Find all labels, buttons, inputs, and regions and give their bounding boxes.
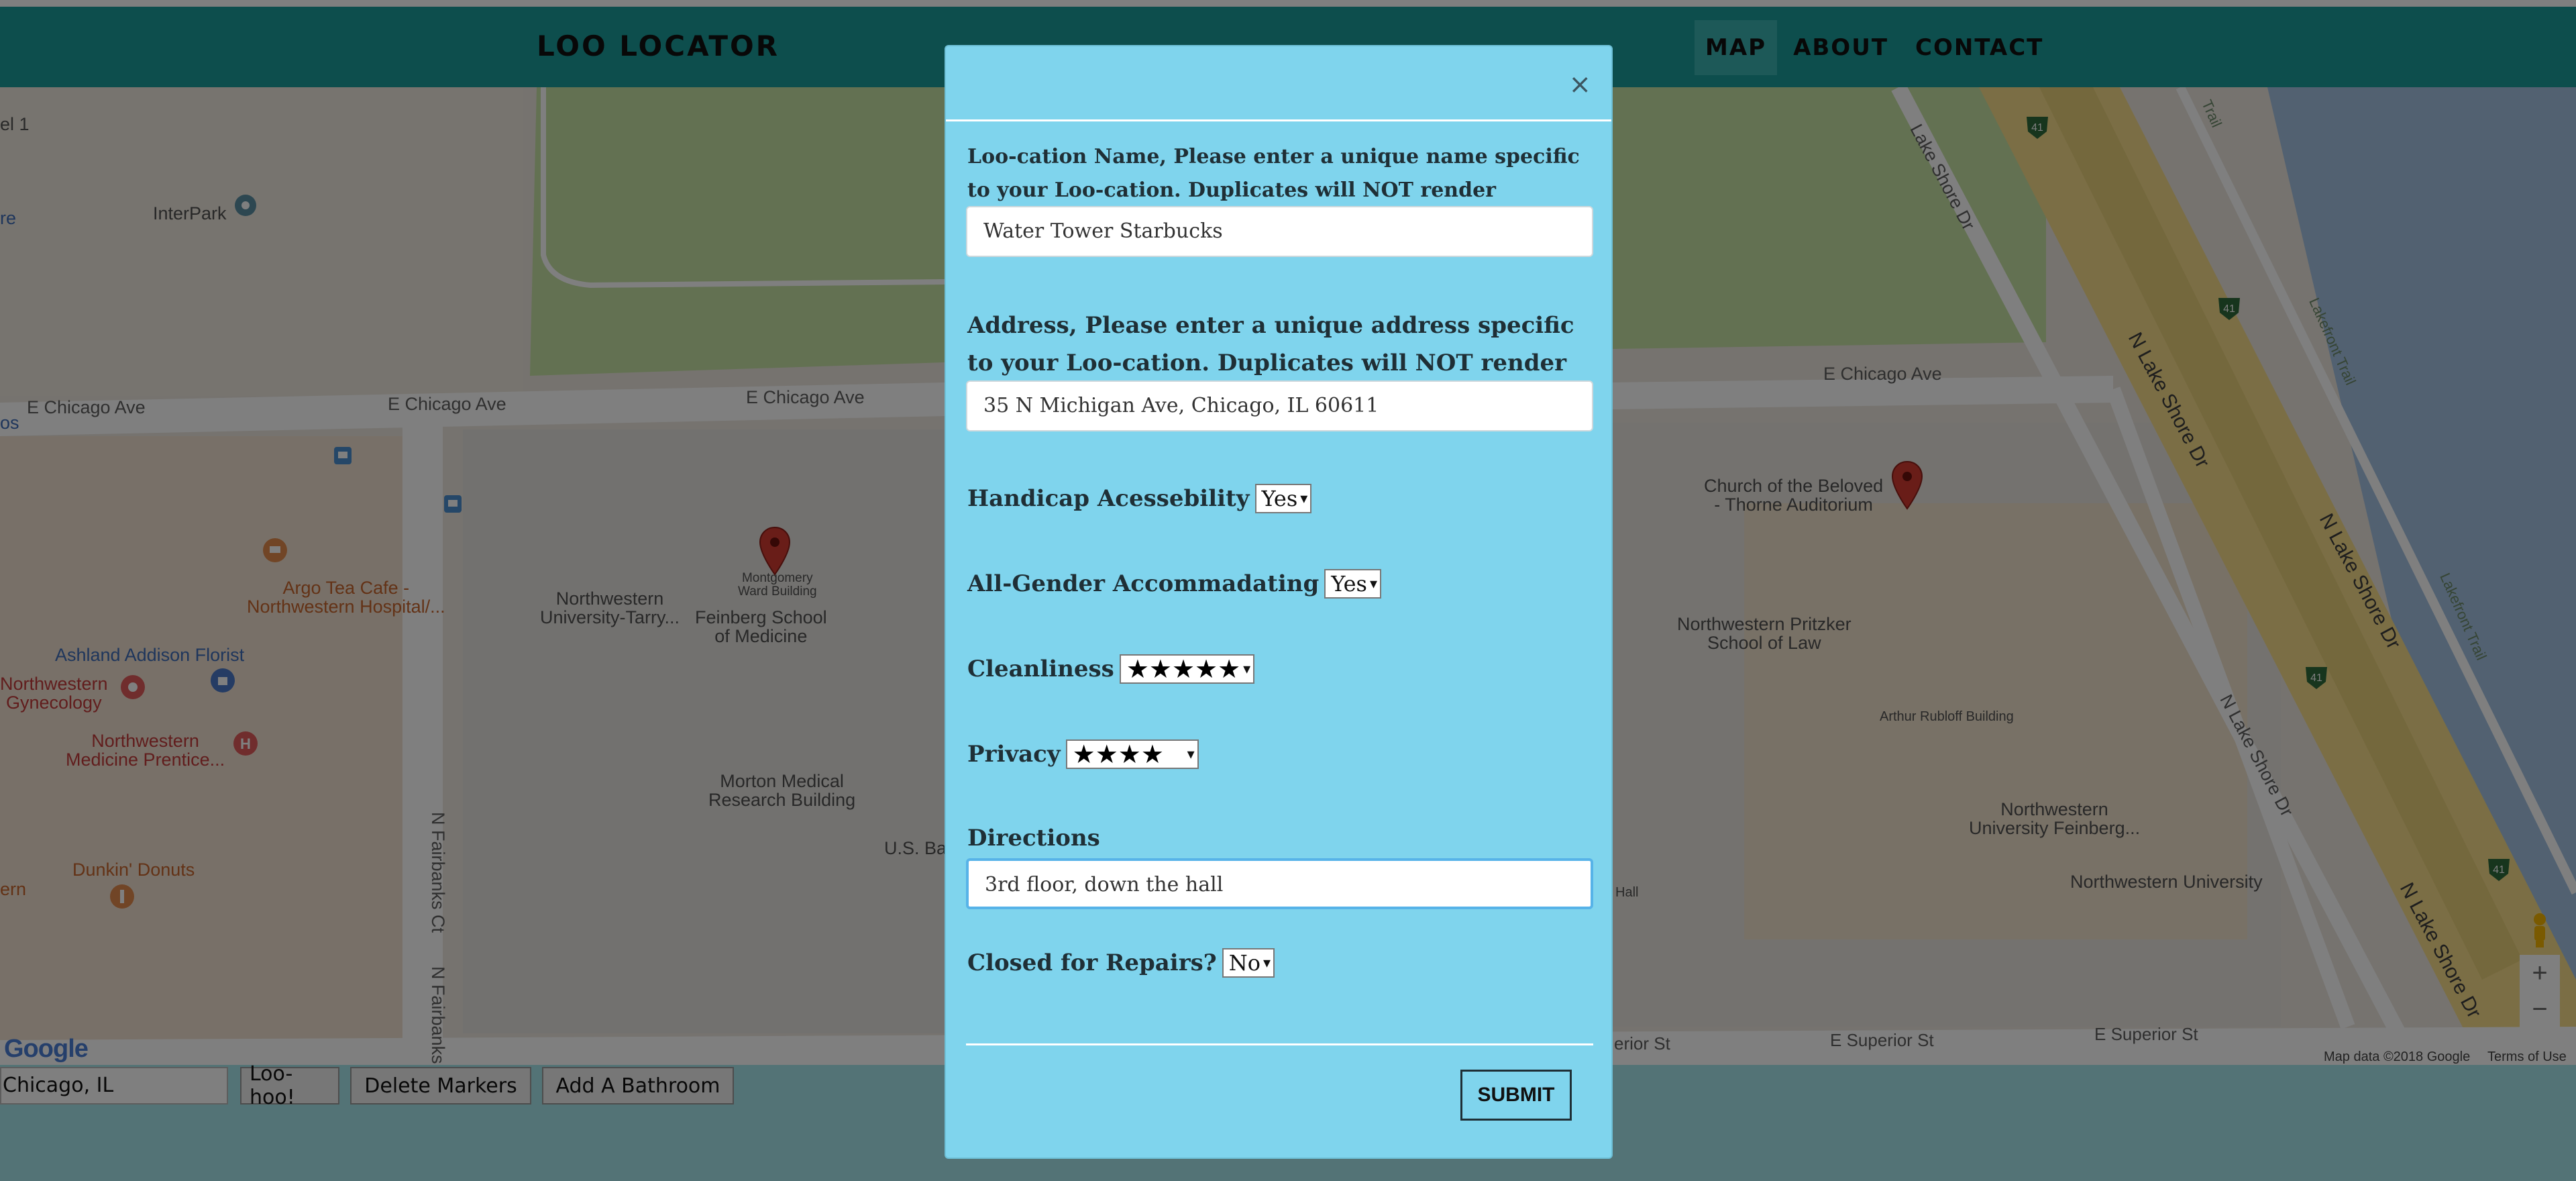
closed-label: Closed for Repairs? xyxy=(967,949,1217,976)
cleanliness-field: Cleanliness ★★★★★ ▾ xyxy=(967,654,1255,684)
star-rating-icon: ★★★★★ xyxy=(1126,654,1241,684)
add-bathroom-modal: × Loo-cation Name, Please enter a unique… xyxy=(945,45,1613,1159)
name-field-label: Loo-cation Name, Please enter a unique n… xyxy=(967,145,1580,202)
gender-field: All-Gender Accommadating Yes ▾ xyxy=(967,569,1381,599)
address-field-label: Address, Please enter a unique address s… xyxy=(967,312,1574,376)
chevron-down-icon: ▾ xyxy=(1263,954,1271,972)
closed-select[interactable]: No ▾ xyxy=(1222,948,1275,978)
gender-label: All-Gender Accommadating xyxy=(967,570,1320,597)
closed-selected-value: No xyxy=(1228,950,1260,976)
directions-input[interactable]: 3rd floor, down the hall xyxy=(966,858,1593,909)
chevron-down-icon: ▾ xyxy=(1300,490,1308,507)
submit-button[interactable]: SUBMIT xyxy=(1460,1070,1572,1121)
modal-header: × xyxy=(946,46,1611,121)
privacy-field: Privacy ★★★★ ▾ xyxy=(967,739,1199,769)
handicap-selected-value: Yes xyxy=(1261,486,1298,511)
gender-selected-value: Yes xyxy=(1331,571,1367,597)
star-rating-icon: ★★★★ xyxy=(1072,739,1164,769)
handicap-label: Handicap Acessebility xyxy=(967,485,1250,512)
chevron-down-icon: ▾ xyxy=(1243,660,1251,678)
chevron-down-icon: ▾ xyxy=(1369,575,1377,593)
directions-label: Directions xyxy=(967,825,1100,852)
cleanliness-label: Cleanliness xyxy=(967,656,1114,682)
handicap-field: Handicap Acessebility Yes ▾ xyxy=(967,484,1312,513)
handicap-select[interactable]: Yes ▾ xyxy=(1254,484,1312,513)
address-input[interactable]: 35 N Michigan Ave, Chicago, IL 60611 xyxy=(966,380,1593,431)
closed-field: Closed for Repairs? No ▾ xyxy=(967,948,1275,978)
modal-body: Loo-cation Name, Please enter a unique n… xyxy=(946,121,1611,1047)
privacy-select[interactable]: ★★★★ ▾ xyxy=(1065,739,1199,769)
modal-footer: SUBMIT xyxy=(966,1043,1593,1158)
privacy-label: Privacy xyxy=(967,741,1061,768)
chevron-down-icon: ▾ xyxy=(1187,746,1195,763)
close-icon[interactable]: × xyxy=(1568,69,1591,100)
cleanliness-select[interactable]: ★★★★★ ▾ xyxy=(1119,654,1255,684)
name-input[interactable]: Water Tower Starbucks xyxy=(966,206,1593,257)
gender-select[interactable]: Yes ▾ xyxy=(1324,569,1381,599)
